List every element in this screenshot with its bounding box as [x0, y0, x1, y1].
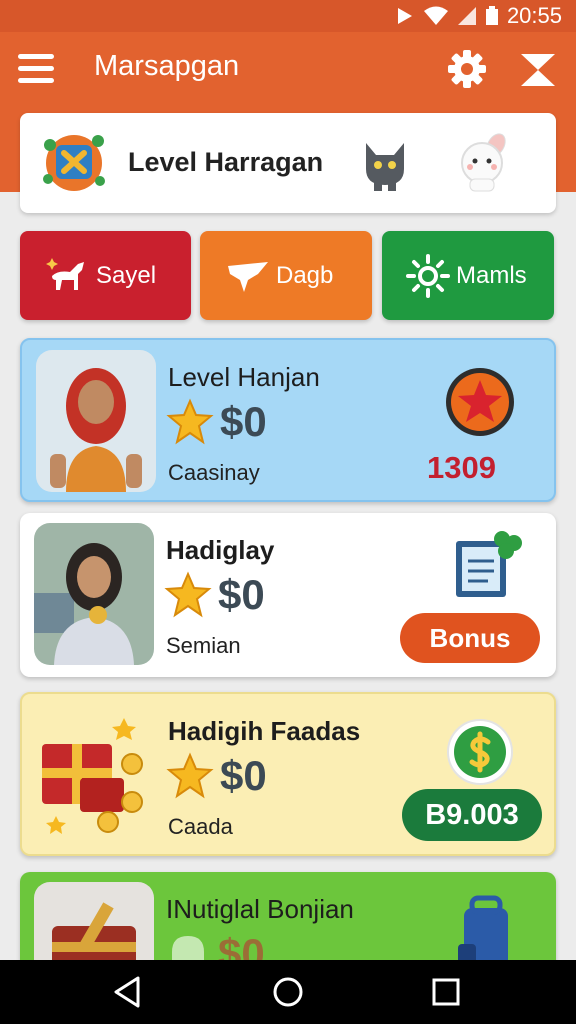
back-icon[interactable]: [110, 974, 146, 1010]
card-amount: $0: [220, 398, 267, 445]
star-icon: [164, 571, 212, 618]
wifi-icon: [423, 6, 448, 25]
card-title: Hadigih Faadas: [168, 716, 361, 746]
sun-spiral-icon: [406, 253, 450, 298]
clipboard-clover-icon: [456, 531, 522, 597]
card-subtitle: Caada: [168, 814, 233, 839]
card-title: INutiglal Bonjian: [166, 894, 354, 924]
home-icon[interactable]: [270, 974, 306, 1010]
card-amount: $0: [218, 571, 265, 618]
level-header-card[interactable]: Level Harragan: [20, 113, 556, 213]
clock: 20:55: [506, 3, 562, 28]
star-icon: [166, 398, 214, 445]
player-avatar-photo: [34, 523, 154, 665]
tab-label: Mamls: [456, 261, 527, 289]
player-avatar-photo: [36, 350, 156, 492]
card-subtitle: Semian: [166, 633, 241, 658]
system-nav-bar: [0, 960, 576, 1024]
balance-pill[interactable]: B9.003: [402, 789, 542, 841]
list-item-level-hanjan[interactable]: Level Hanjan $0 Caasinay 1309: [20, 338, 556, 502]
card-subtitle: Caasinay: [168, 460, 260, 485]
star-icon: [166, 752, 214, 799]
card-amount: $0: [220, 752, 267, 799]
envelope-icon: [521, 54, 555, 86]
menu-button[interactable]: [18, 54, 56, 84]
list-item-hadiglay[interactable]: Hadiglay $0 Semian Bonus: [20, 513, 556, 677]
star-coin-icon: [446, 368, 514, 436]
header-title: Level Harragan: [128, 147, 324, 177]
gear-icon: [448, 50, 486, 88]
game-logo-icon: [43, 135, 105, 191]
recents-icon[interactable]: [428, 974, 464, 1010]
dollar-coin-icon: [447, 719, 513, 785]
card-title: Level Hanjan: [168, 362, 320, 392]
status-bar: 20:55: [0, 0, 576, 32]
battery-icon: [485, 6, 498, 25]
list-item-hadigih-faadas[interactable]: Hadigih Faadas $0 Caada B9.003: [20, 692, 556, 856]
bunny-mascot-icon: [461, 133, 506, 192]
tab-mamls[interactable]: Mamls: [382, 231, 554, 320]
gift-box-icon: [42, 718, 143, 834]
ribbon-icon: [228, 261, 268, 292]
tab-sayel[interactable]: Sayel: [20, 231, 191, 320]
app-title: Marsapgan: [94, 50, 240, 82]
tab-label: Sayel: [96, 261, 157, 289]
goat-icon: [46, 257, 84, 290]
cat-mascot-icon: [366, 143, 404, 191]
hamburger-menu-icon: [18, 54, 54, 59]
cast-icon: [397, 8, 412, 24]
settings-button[interactable]: [446, 48, 488, 90]
mail-button[interactable]: [518, 50, 558, 90]
card-title: Hadiglay: [166, 535, 275, 565]
tab-label: Dagb: [276, 261, 334, 289]
signal-icon: [457, 7, 476, 25]
points-value: 1309: [427, 450, 496, 485]
tab-dagb[interactable]: Dagb: [200, 231, 372, 320]
bonus-button[interactable]: Bonus: [400, 613, 540, 663]
